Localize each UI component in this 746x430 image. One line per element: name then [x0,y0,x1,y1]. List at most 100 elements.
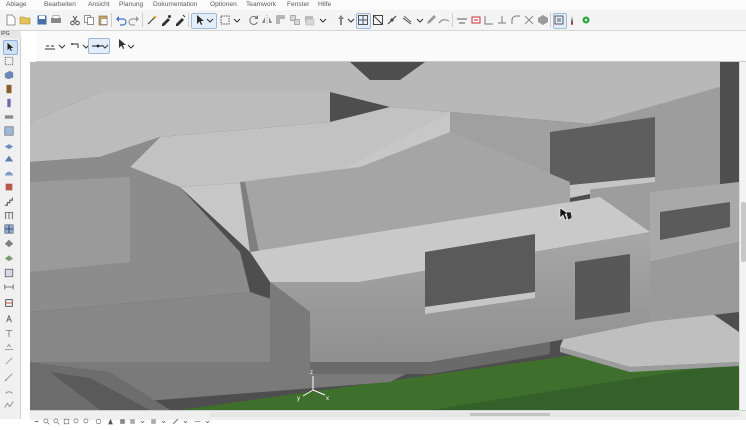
tool-beam[interactable] [3,111,16,124]
cut-icon[interactable] [69,14,81,26]
syringe-icon[interactable] [174,14,186,26]
tool-dimension[interactable] [3,281,16,294]
chevron-down-icon[interactable] [182,412,189,424]
copy-icon[interactable] [83,14,95,26]
dimension-style-icon[interactable] [194,412,201,422]
zoom-in-icon[interactable] [43,412,50,425]
tool-level[interactable] [3,341,16,354]
tool-door[interactable] [3,83,16,96]
menu-item-ablage[interactable]: Ablage [6,0,27,10]
menu-item-optionen[interactable]: Optionen [210,0,237,10]
layer-settings-icon[interactable] [553,14,565,26]
rotate-icon[interactable] [248,14,260,26]
tool-section[interactable] [3,297,16,310]
explore-icon[interactable] [107,412,114,425]
menu-item-hilfe[interactable]: Hilfe [318,0,331,10]
chevron-down-icon[interactable] [99,40,111,52]
vertical-scrollbar-thumb[interactable] [741,202,746,262]
chevron-down-icon[interactable] [231,14,243,26]
model-view-icon[interactable] [150,412,157,424]
tool-object[interactable] [3,181,16,194]
print-icon[interactable] [50,14,62,26]
toolbar-separator [142,13,143,27]
new-file-icon[interactable] [5,14,17,26]
layer-order-icon[interactable] [303,14,315,26]
toolbar-separator [550,13,551,27]
tool-mesh[interactable] [3,251,16,264]
split-icon[interactable] [456,14,468,26]
redo-icon[interactable] [128,14,140,26]
menu-item-ansicht[interactable]: Ansicht [88,0,110,10]
geometry-method-icon[interactable] [44,40,56,52]
undo-view-icon[interactable] [33,412,40,422]
view-settings-icon[interactable] [119,412,126,424]
trace-icon[interactable] [438,14,450,26]
tool-curtain-wall[interactable] [3,223,16,236]
tool-line[interactable] [3,371,16,384]
chevron-down-icon[interactable] [317,14,329,26]
fillet-icon[interactable] [510,14,522,26]
tool-arc[interactable] [3,385,16,398]
undo-icon[interactable] [115,14,127,26]
tool-zone[interactable] [3,267,16,280]
chevron-down-icon[interactable] [160,412,167,424]
orbit-icon[interactable] [95,412,102,425]
paste-icon[interactable] [97,14,109,26]
next-zoom-icon[interactable] [83,412,90,424]
intersect-icon[interactable] [523,14,535,26]
tool-polyline[interactable] [3,399,16,412]
grid-snap-icon[interactable] [357,14,369,26]
previous-zoom-icon[interactable] [73,412,80,424]
measure-icon[interactable] [401,14,413,26]
tool-stair[interactable] [3,195,16,208]
layer-combo-icon[interactable] [129,412,136,424]
tool-railing[interactable] [3,209,16,222]
tool-morph[interactable] [3,237,16,250]
menu-item-fenster[interactable]: Fenster [287,0,309,10]
tool-label[interactable] [3,313,16,326]
menu-item-teamwork[interactable]: Teamwork [246,0,276,10]
pen-icon[interactable] [566,14,578,26]
magic-wand-icon[interactable] [146,14,158,26]
tool-roof[interactable] [3,153,16,166]
tool-marquee[interactable] [3,55,16,68]
wall-link-icon[interactable] [470,14,482,26]
mirror-icon[interactable] [261,14,273,26]
tool-slab[interactable] [3,139,16,152]
marquee-icon[interactable] [219,14,231,26]
zoom-out-icon[interactable] [53,412,60,425]
eyedropper-icon[interactable] [160,14,172,26]
chevron-down-icon[interactable] [56,40,68,52]
horizontal-scrollbar-thumb[interactable] [470,413,550,416]
pencil-icon[interactable] [425,14,437,26]
horizontal-scrollbar[interactable] [210,412,740,417]
fit-in-window-icon[interactable] [63,412,70,425]
tool-text[interactable] [3,327,16,340]
status-indicator-icon[interactable] [580,14,592,26]
adjust-icon[interactable] [496,14,508,26]
axis-z-label: z [310,370,313,376]
snap-guide-icon[interactable] [386,14,398,26]
menu-item-planung[interactable]: Planung [119,0,143,10]
chevron-down-icon[interactable] [139,412,146,424]
tool-wall[interactable] [3,69,16,82]
guide-lines-icon[interactable] [372,14,384,26]
menu-item-bearbeiten[interactable]: Bearbeiten [44,0,76,10]
save-icon[interactable] [36,14,48,26]
menu-item-dokumentation[interactable]: Dokumentation [153,0,197,10]
group-icon[interactable] [289,14,301,26]
chevron-down-icon[interactable] [204,14,216,26]
chevron-down-icon[interactable] [125,40,137,52]
tool-fill[interactable] [3,355,16,368]
tool-arrow[interactable] [3,40,18,55]
tool-window[interactable] [3,125,16,138]
tool-shell[interactable] [3,167,16,180]
open-folder-icon[interactable] [19,14,31,26]
tool-column[interactable] [3,97,16,110]
vertical-scrollbar[interactable] [739,62,746,410]
trim-icon[interactable] [483,14,495,26]
solid-operation-icon[interactable] [537,14,549,26]
pen-set-icon[interactable] [172,412,179,425]
3d-viewport[interactable]: z y x [30,62,739,410]
offset-icon[interactable] [275,14,287,26]
